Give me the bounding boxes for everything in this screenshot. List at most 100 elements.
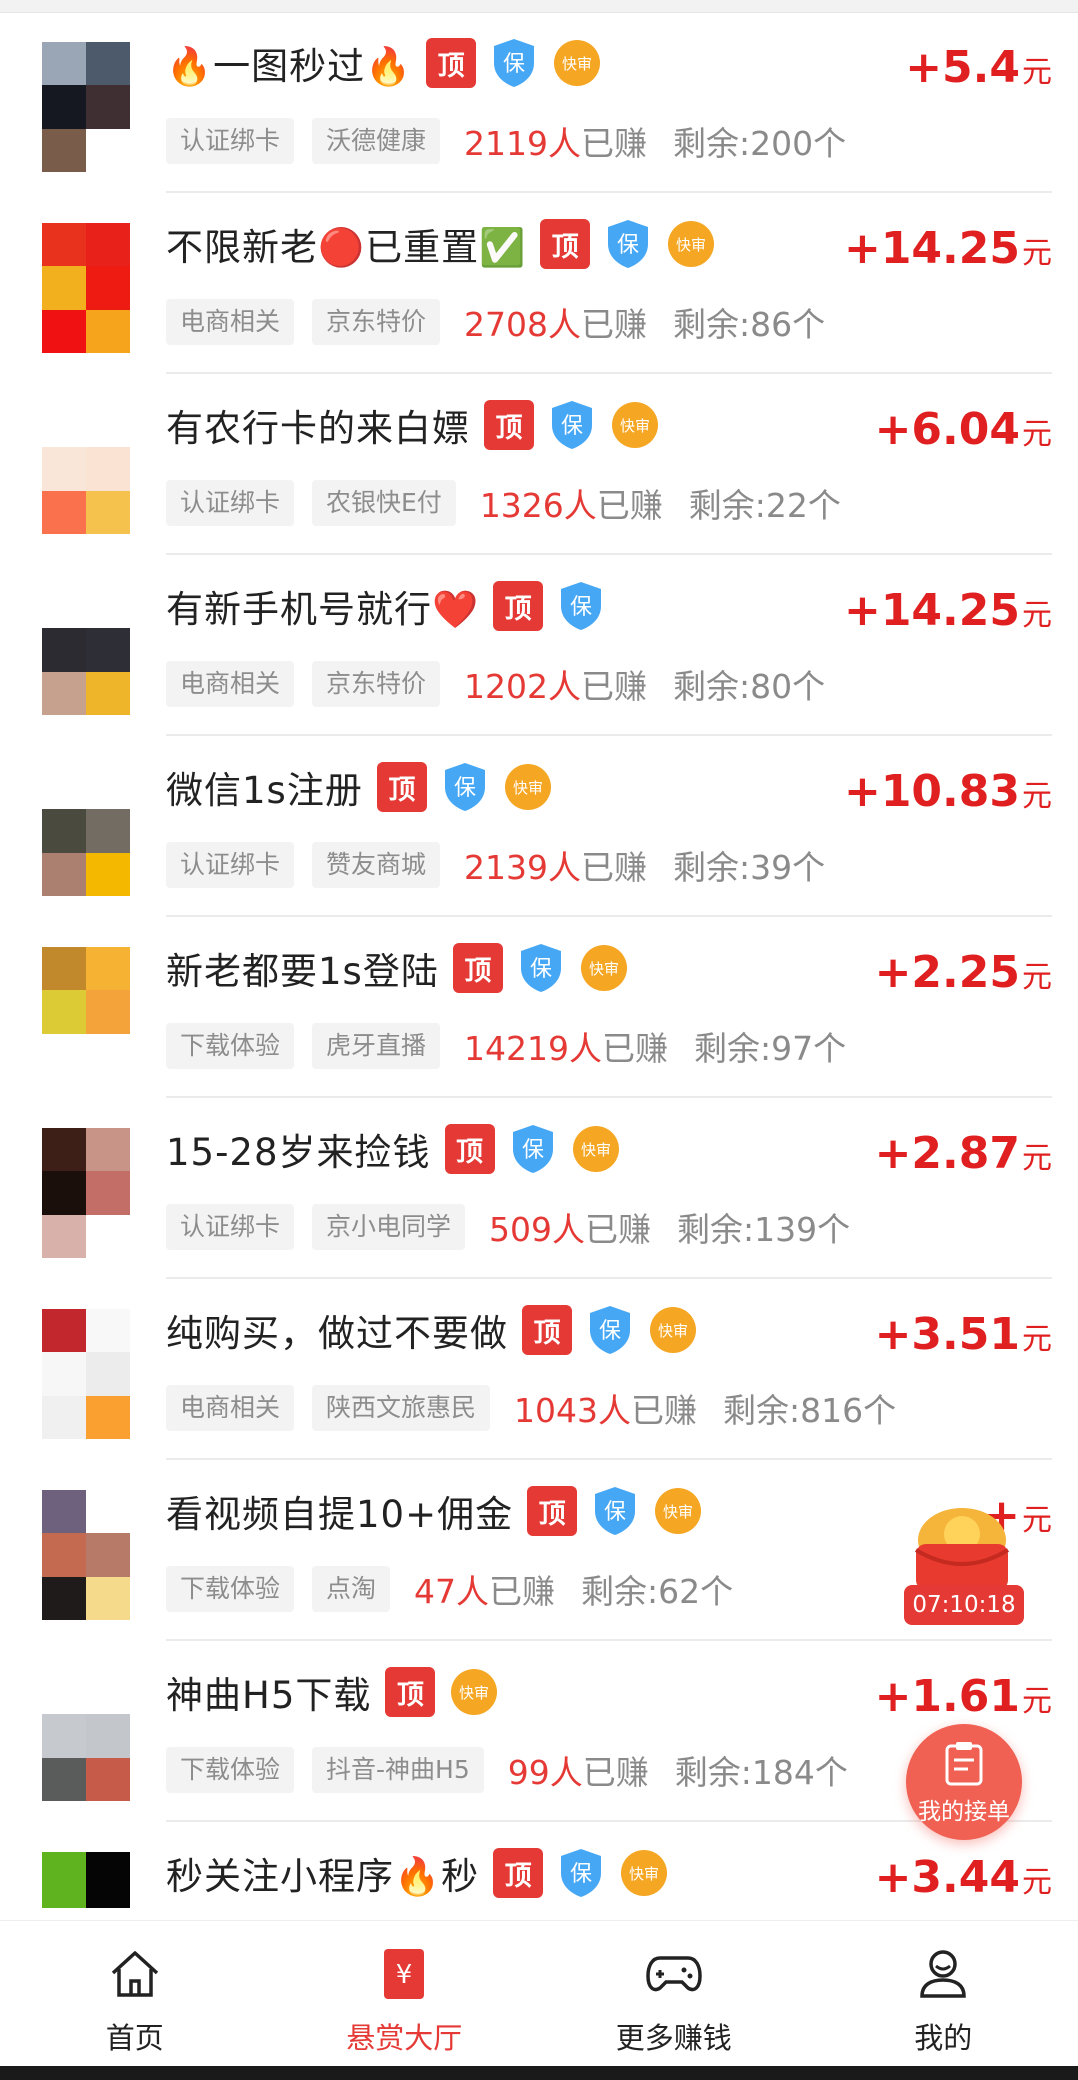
- earned-label: 已赚: [581, 305, 648, 344]
- task-price: +14.25元: [843, 223, 1052, 274]
- task-avatar: [42, 1852, 130, 1908]
- top-badge: 顶: [527, 1486, 578, 1536]
- task-price: +6.04元: [874, 404, 1052, 455]
- home-icon: [109, 1943, 161, 2005]
- fast-review-icon: 快审: [648, 1305, 698, 1355]
- earned-count: 2139人: [464, 848, 582, 887]
- tab-reward-hall-label: 悬赏大厅: [346, 2021, 463, 2055]
- remaining-count: 剩余:86个: [673, 305, 826, 344]
- remaining-count: 剩余:97个: [694, 1029, 847, 1068]
- task-title: 神曲H5下载: [166, 1674, 372, 1717]
- task-title: 看视频自提10+佣金: [166, 1493, 514, 1536]
- task-row[interactable]: 15-28岁来捡钱 顶 保 快审 +2.87元 认证绑卡 京小电同学 509人 …: [0, 1098, 1078, 1279]
- gamepad-icon: [645, 1943, 702, 2005]
- fast-review-text: 快审: [629, 1865, 659, 1883]
- app-tag: 点淘: [312, 1566, 391, 1612]
- app-tag: 虎牙直播: [312, 1023, 441, 1069]
- fast-review-text: 快审: [459, 1684, 489, 1702]
- app-tag: 农银快E付: [312, 480, 456, 526]
- task-title: 🔥一图秒过🔥: [166, 45, 413, 88]
- task-avatar: [42, 404, 130, 534]
- guarantee-shield-icon: 保: [509, 1123, 557, 1175]
- top-badge: 顶: [376, 762, 427, 812]
- category-tag: 电商相关: [166, 661, 295, 707]
- system-nav-bar: [0, 2066, 1078, 2080]
- guarantee-shield-icon: 保: [490, 37, 538, 89]
- earned-count: 1202人: [464, 667, 582, 706]
- task-row[interactable]: 不限新老🔴已重置✅ 顶 保 快审 +14.25元 电商相关 京东特价 2708人…: [0, 193, 1078, 374]
- fast-review-icon: 快审: [579, 943, 629, 993]
- yuan-icon: ¥: [382, 1943, 426, 2005]
- guarantee-shield-icon: 保: [548, 399, 596, 451]
- category-tag: 认证绑卡: [166, 842, 295, 888]
- task-title: 有新手机号就行❤️: [166, 588, 480, 631]
- remaining-count: 剩余:200个: [673, 124, 847, 163]
- category-tag: 下载体验: [166, 1566, 295, 1612]
- task-price: +5.4元: [905, 42, 1052, 93]
- category-tag: 电商相关: [166, 1385, 295, 1431]
- svg-text:¥: ¥: [396, 1960, 413, 1990]
- top-badge: 顶: [484, 400, 534, 450]
- guarantee-text: 保: [454, 776, 476, 801]
- earned-label: 已赚: [489, 1572, 556, 1611]
- guarantee-text: 保: [561, 414, 583, 439]
- top-badge: 顶: [444, 1124, 495, 1174]
- app-tag: 抖音-神曲H5: [312, 1747, 484, 1793]
- guarantee-shield-icon: 保: [557, 580, 605, 632]
- tab-home[interactable]: 首页: [0, 1921, 270, 2067]
- task-price: +14.25元: [843, 585, 1052, 636]
- earned-count: 99人: [507, 1753, 583, 1792]
- top-badge: 顶: [385, 1667, 436, 1717]
- fast-review-text: 快审: [620, 417, 650, 435]
- guarantee-shield-icon: 保: [517, 942, 565, 994]
- task-avatar: [42, 223, 130, 353]
- category-tag: 下载体验: [166, 1747, 295, 1793]
- remaining-count: 剩余:139个: [677, 1210, 851, 1249]
- fast-review-text: 快审: [658, 1322, 688, 1340]
- task-row[interactable]: 🔥一图秒过🔥 顶 保 快审 +5.4元 认证绑卡 沃德健康 2119人 已赚 剩…: [0, 12, 1078, 193]
- top-badge: 顶: [493, 1848, 544, 1898]
- app-tag: 沃德健康: [312, 118, 441, 164]
- app-tag: 赞友商城: [312, 842, 441, 888]
- remaining-count: 剩余:816个: [723, 1391, 897, 1430]
- earned-label: 已赚: [581, 848, 648, 887]
- top-badge: 顶: [452, 943, 503, 993]
- task-row[interactable]: 纯购买，做过不要做 顶 保 快审 +3.51元 电商相关 陕西文旅惠民 1043…: [0, 1279, 1078, 1460]
- task-row[interactable]: 微信1s注册 顶 保 快审 +10.83元 认证绑卡 赞友商城 2139人 已赚…: [0, 736, 1078, 917]
- fast-review-icon: 快审: [610, 400, 660, 450]
- earned-count: 1043人: [514, 1391, 632, 1430]
- fast-review-icon: 快审: [571, 1124, 621, 1174]
- app-tag: 京东特价: [312, 661, 441, 707]
- fast-review-text: 快审: [663, 1503, 693, 1521]
- category-tag: 认证绑卡: [166, 480, 295, 526]
- remaining-count: 剩余:39个: [673, 848, 826, 887]
- earned-count: 2708人: [464, 305, 582, 344]
- earned-count: 2119人: [464, 124, 582, 163]
- tab-reward-hall[interactable]: ¥ 悬赏大厅: [270, 1921, 540, 2067]
- tab-mine[interactable]: 我的: [809, 1921, 1078, 2067]
- tab-more-earn[interactable]: 更多赚钱: [539, 1921, 809, 2067]
- earned-count: 509人: [489, 1210, 586, 1249]
- earned-label: 已赚: [582, 1753, 649, 1792]
- guarantee-shield-icon: 保: [604, 218, 652, 270]
- task-price: +2.87元: [874, 1128, 1052, 1179]
- fast-review-icon: 快审: [666, 219, 716, 269]
- my-orders-label: 我的接单: [918, 1799, 1010, 1825]
- task-title: 新老都要1s登陆: [166, 950, 439, 993]
- guarantee-shield-icon: 保: [591, 1485, 639, 1537]
- task-price: +3.51元: [874, 1309, 1052, 1360]
- task-title: 微信1s注册: [166, 769, 363, 812]
- tab-mine-label: 我的: [914, 2021, 973, 2055]
- task-avatar: [42, 1490, 130, 1620]
- earned-label: 已赚: [581, 124, 648, 163]
- red-packet-timer: 07:10:18: [904, 1585, 1024, 1625]
- top-badge: 顶: [522, 1305, 572, 1355]
- task-row[interactable]: 新老都要1s登陆 顶 保 快审 +2.25元 下载体验 虎牙直播 14219人 …: [0, 917, 1078, 1098]
- my-orders-button[interactable]: 我的接单: [906, 1724, 1022, 1840]
- task-row[interactable]: 有农行卡的来白嫖 顶 保 快审 +6.04元 认证绑卡 农银快E付 1326人 …: [0, 374, 1078, 555]
- bottom-tab-bar: 首页 ¥ 悬赏大厅 更多赚钱 我的: [0, 1920, 1078, 2067]
- guarantee-text: 保: [604, 1500, 626, 1525]
- guarantee-shield-icon: 保: [441, 761, 489, 813]
- task-row[interactable]: 有新手机号就行❤️ 顶 保 +14.25元 电商相关 京东特价 1202人 已赚…: [0, 555, 1078, 736]
- task-title: 不限新老🔴已重置✅: [166, 226, 527, 269]
